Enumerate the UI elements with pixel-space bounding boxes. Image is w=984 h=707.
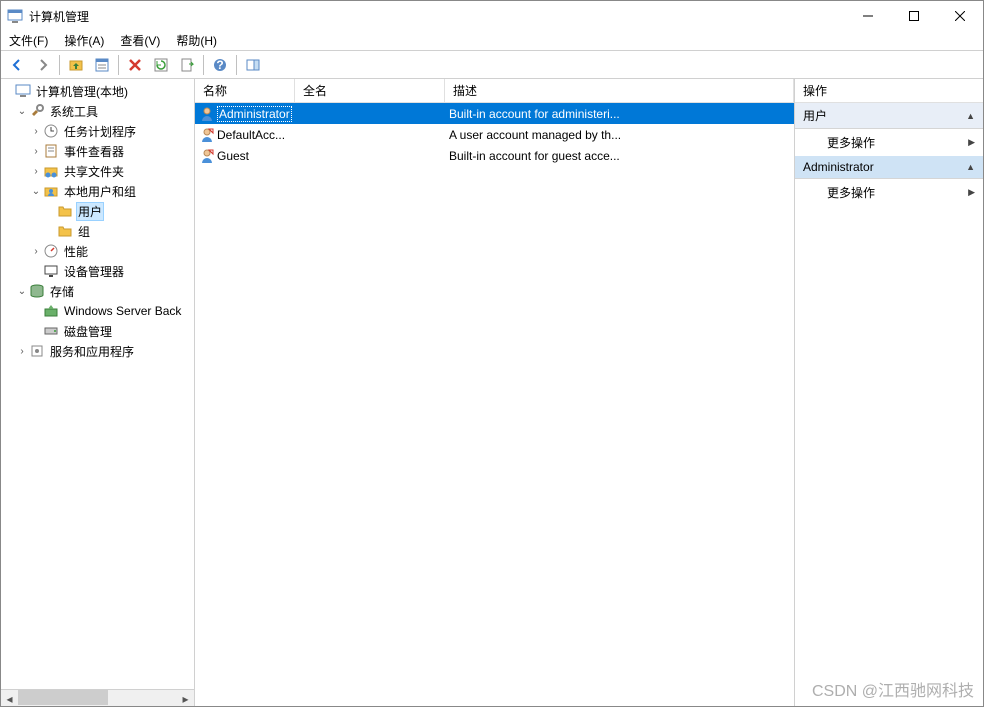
expander-icon[interactable]: ⌄ xyxy=(29,184,43,198)
disk-icon xyxy=(43,323,59,339)
toolbar-separator xyxy=(118,55,119,75)
actions-more-users[interactable]: 更多操作 ▶ xyxy=(795,129,983,156)
tree-panel: 计算机管理(本地) ⌄ 系统工具 › 任务计划程序 › 事件查看器 › 共享文件… xyxy=(1,79,195,706)
backup-icon xyxy=(43,303,59,319)
column-name[interactable]: 名称 xyxy=(195,79,295,102)
actions-panel: 操作 用户 ▲ 更多操作 ▶ Administrator ▲ 更多操作 ▶ xyxy=(795,79,983,706)
window-controls xyxy=(845,1,983,31)
menubar: 文件(F) 操作(A) 查看(V) 帮助(H) xyxy=(1,31,983,51)
collapse-icon: ▲ xyxy=(966,162,975,172)
app-icon xyxy=(7,8,23,24)
up-button[interactable] xyxy=(64,53,88,77)
window-title: 计算机管理 xyxy=(29,8,845,25)
actions-title: 操作 xyxy=(795,79,983,103)
tree-horizontal-scrollbar[interactable]: ◂ ▸ xyxy=(1,689,194,706)
tree-storage[interactable]: ⌄ 存储 xyxy=(1,281,194,301)
close-button[interactable] xyxy=(937,1,983,31)
user-description: Built-in account for guest acce... xyxy=(445,149,794,163)
actions-more-administrator[interactable]: 更多操作 ▶ xyxy=(795,179,983,206)
device-icon xyxy=(43,263,59,279)
scroll-thumb[interactable] xyxy=(18,690,108,705)
tree-users[interactable]: 用户 xyxy=(1,201,194,221)
list-header: 名称 全名 描述 xyxy=(195,79,794,103)
actions-section-users[interactable]: 用户 ▲ xyxy=(795,103,983,129)
tree-root[interactable]: 计算机管理(本地) xyxy=(1,81,194,101)
scroll-right-icon[interactable]: ▸ xyxy=(177,690,194,707)
user-description: Built-in account for administeri... xyxy=(445,107,794,121)
user-name: Administrator xyxy=(217,106,292,122)
tree-device-manager[interactable]: 设备管理器 xyxy=(1,261,194,281)
expander-icon[interactable]: ⌄ xyxy=(15,284,29,298)
user-name: DefaultAcc... xyxy=(217,128,285,142)
tools-icon xyxy=(29,103,45,119)
toolbar: ? xyxy=(1,51,983,79)
export-button[interactable] xyxy=(175,53,199,77)
toolbar-separator xyxy=(236,55,237,75)
user-name: Guest xyxy=(217,149,249,163)
navigation-tree[interactable]: 计算机管理(本地) ⌄ 系统工具 › 任务计划程序 › 事件查看器 › 共享文件… xyxy=(1,79,194,689)
expander-icon[interactable]: › xyxy=(29,124,43,138)
services-icon xyxy=(29,343,45,359)
computer-icon xyxy=(15,83,31,99)
menu-help[interactable]: 帮助(H) xyxy=(174,31,219,50)
users-groups-icon xyxy=(43,183,59,199)
expander-icon[interactable]: › xyxy=(29,164,43,178)
expander-icon[interactable]: › xyxy=(29,244,43,258)
tree-groups[interactable]: 组 xyxy=(1,221,194,241)
svg-text:?: ? xyxy=(216,58,223,72)
show-hide-button[interactable] xyxy=(241,53,265,77)
submenu-icon: ▶ xyxy=(968,137,975,148)
folder-icon xyxy=(57,223,73,239)
collapse-icon: ▲ xyxy=(966,111,975,121)
scroll-left-icon[interactable]: ◂ xyxy=(1,690,18,707)
content-area: 计算机管理(本地) ⌄ 系统工具 › 任务计划程序 › 事件查看器 › 共享文件… xyxy=(1,79,983,706)
event-icon xyxy=(43,143,59,159)
tree-task-scheduler[interactable]: › 任务计划程序 xyxy=(1,121,194,141)
clock-icon xyxy=(43,123,59,139)
submenu-icon: ▶ xyxy=(968,187,975,198)
folder-icon xyxy=(57,203,73,219)
list-row[interactable]: Guest Built-in account for guest acce... xyxy=(195,145,794,166)
list-panel: 名称 全名 描述 Administrator Built-in account … xyxy=(195,79,795,706)
user-icon xyxy=(199,106,215,122)
refresh-button[interactable] xyxy=(149,53,173,77)
expander-icon[interactable]: › xyxy=(29,144,43,158)
menu-file[interactable]: 文件(F) xyxy=(7,31,50,50)
menu-action[interactable]: 操作(A) xyxy=(62,31,106,50)
user-disabled-icon xyxy=(199,127,215,143)
expander-icon[interactable]: ⌄ xyxy=(15,104,29,118)
actions-section-administrator[interactable]: Administrator ▲ xyxy=(795,156,983,179)
help-button[interactable]: ? xyxy=(208,53,232,77)
column-description[interactable]: 描述 xyxy=(445,79,794,102)
column-fullname[interactable]: 全名 xyxy=(295,79,445,102)
storage-icon xyxy=(29,283,45,299)
back-button[interactable] xyxy=(5,53,29,77)
minimize-button[interactable] xyxy=(845,1,891,31)
delete-button[interactable] xyxy=(123,53,147,77)
shared-folder-icon xyxy=(43,163,59,179)
tree-shared-folders[interactable]: › 共享文件夹 xyxy=(1,161,194,181)
toolbar-separator xyxy=(59,55,60,75)
tree-event-viewer[interactable]: › 事件查看器 xyxy=(1,141,194,161)
user-disabled-icon xyxy=(199,148,215,164)
menu-view[interactable]: 查看(V) xyxy=(118,31,162,50)
list-row[interactable]: Administrator Built-in account for admin… xyxy=(195,103,794,124)
toolbar-separator xyxy=(203,55,204,75)
tree-system-tools[interactable]: ⌄ 系统工具 xyxy=(1,101,194,121)
tree-performance[interactable]: › 性能 xyxy=(1,241,194,261)
performance-icon xyxy=(43,243,59,259)
maximize-button[interactable] xyxy=(891,1,937,31)
tree-disk-management[interactable]: 磁盘管理 xyxy=(1,321,194,341)
forward-button[interactable] xyxy=(31,53,55,77)
properties-button[interactable] xyxy=(90,53,114,77)
user-description: A user account managed by th... xyxy=(445,128,794,142)
expander-icon[interactable]: › xyxy=(15,344,29,358)
titlebar: 计算机管理 xyxy=(1,1,983,31)
list-row[interactable]: DefaultAcc... A user account managed by … xyxy=(195,124,794,145)
tree-local-users-groups[interactable]: ⌄ 本地用户和组 xyxy=(1,181,194,201)
list-body[interactable]: Administrator Built-in account for admin… xyxy=(195,103,794,706)
tree-services-apps[interactable]: › 服务和应用程序 xyxy=(1,341,194,361)
tree-windows-server-backup[interactable]: Windows Server Back xyxy=(1,301,194,321)
